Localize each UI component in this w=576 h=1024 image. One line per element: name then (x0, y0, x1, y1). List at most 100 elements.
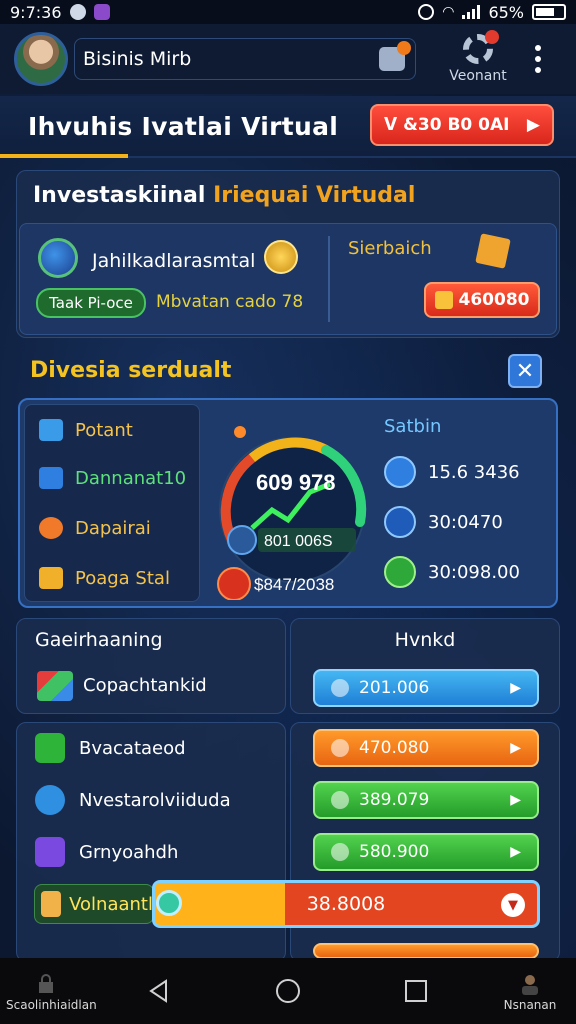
overview-name: Jahilkadlarasmtal (92, 250, 256, 272)
more-menu-icon[interactable] (526, 45, 550, 73)
check-icon (384, 556, 416, 588)
list-item[interactable]: Bvacataeod (35, 733, 186, 763)
ranking-value: 201.006 (359, 678, 430, 698)
overview-panel: Investaskiinal Iriequai Virtudal Jahilka… (16, 170, 560, 338)
menu-item-potant[interactable]: Potant (39, 419, 133, 441)
progress-track[interactable]: 38.8008 ▼ (152, 880, 540, 928)
ranking-left-panel: Gaeirhaaning Copachtankid (16, 618, 286, 714)
progress-label-box: Volnaantl (34, 884, 154, 924)
coin-icon (264, 240, 298, 274)
slider-handle[interactable] (156, 890, 182, 916)
stat-row[interactable]: 30:098.00 (384, 556, 520, 588)
recents-icon[interactable] (403, 978, 429, 1004)
menu-item-dapairai[interactable]: Dapairai (39, 517, 151, 539)
checkbox-icon (35, 733, 65, 763)
nav-home[interactable]: Scaolinhiaidlan (6, 972, 97, 1012)
signal-icon (462, 5, 481, 19)
amount-button[interactable]: 460080 (424, 282, 540, 318)
value-button[interactable]: 470.080 ▶ (313, 729, 539, 767)
lock-icon (39, 974, 53, 993)
edit-icon[interactable] (379, 41, 411, 71)
cube-icon (331, 843, 349, 861)
clock-icon (384, 506, 416, 538)
stat-value: 30:098.00 (428, 561, 520, 583)
progress-slider[interactable]: Volnaantl 38.8008 ▼ (34, 880, 540, 928)
list-item[interactable]: Grnyoahdh (35, 837, 178, 867)
nav-profile[interactable]: Nsnanan (490, 972, 570, 1012)
menu-label: Dannanat10 (75, 467, 187, 489)
play-icon: ▶ (510, 740, 521, 756)
active-tab-indicator (0, 154, 128, 158)
stat-value: 15.6 3436 (428, 461, 520, 483)
wifi-icon: ◠ (442, 4, 455, 20)
checkbox-icon (35, 837, 65, 867)
stats-title: Satbin (384, 416, 442, 437)
document-icon (39, 567, 63, 589)
status-time: 9:7:36 (10, 2, 62, 22)
diversi-panel: Potant Dannanat10 Dapairai Poaga Stal 60… (18, 398, 558, 608)
title-cta-button[interactable]: ᐯ &30 B0 0AI ▶ (370, 104, 554, 146)
status-tag[interactable]: Taak Pi-oce (36, 288, 146, 318)
overview-subtext: Mbvatan cado 78 (156, 292, 304, 312)
avatar[interactable] (14, 32, 68, 86)
menu-item-dannanat[interactable]: Dannanat10 (39, 467, 186, 489)
app-header: Bisinis Mirb Veonant (0, 24, 576, 94)
ranking-title: Gaeirhaaning (35, 629, 163, 651)
gear-icon (463, 30, 499, 64)
amount-value: 460080 (458, 290, 530, 310)
home-icon[interactable] (275, 978, 301, 1004)
list-value: 389.079 (359, 790, 430, 810)
menu-label: Poaga Stal (75, 567, 170, 589)
stat-row[interactable]: 30:0470 (384, 506, 503, 538)
list-item[interactable]: Nvestarolviiduda (35, 785, 231, 815)
profile-icon (522, 975, 538, 995)
chevron-down-icon[interactable]: ▼ (501, 893, 525, 917)
menu-label: Potant (75, 419, 133, 441)
user-name-box[interactable]: Bisinis Mirb (74, 38, 416, 80)
folder-icon (39, 419, 63, 441)
value-button-partial[interactable] (313, 943, 539, 959)
value-button[interactable]: 580.900 ▶ (313, 833, 539, 871)
bottom-nav: Scaolinhiaidlan Nsnanan (0, 958, 576, 1024)
menu-item-poaga[interactable]: Poaga Stal (39, 567, 170, 589)
user-name: Bisinis Mirb (83, 48, 192, 70)
overview-title-orange: Iriequai Virtudal (213, 183, 416, 208)
stat-left-value: $847/2038 (254, 575, 334, 594)
diversi-header: Divesia serdualt ✕ (16, 348, 560, 396)
gauge-top-value: 609 978 (256, 470, 336, 495)
ranking-item[interactable]: Copachtankid (83, 675, 207, 696)
notification-badge (397, 41, 411, 55)
page-title: Ihvuhis Ivatlai Virtual (28, 111, 339, 141)
box-icon (475, 233, 511, 269)
nav-right-label: Nsnanan (503, 998, 557, 1012)
title-bar: Ihvuhis Ivatlai Virtual ᐯ &30 B0 0AI ▶ (0, 96, 576, 158)
ranking-value-button[interactable]: 201.006 ▶ (313, 669, 539, 707)
search-label: Sierbaich (348, 238, 432, 259)
list-value: 470.080 (359, 738, 430, 758)
stat-value: 30:0470 (428, 511, 503, 533)
progress-value: 38.8008 (306, 893, 386, 915)
close-button[interactable]: ✕ (508, 354, 542, 388)
settings-button[interactable]: Veonant (438, 30, 518, 84)
stack-icon (331, 679, 349, 697)
sync-icon (418, 4, 435, 20)
stat-row[interactable]: 15.6 3436 (384, 456, 520, 488)
cube-icon (37, 671, 73, 701)
list-item-label: Nvestarolviiduda (79, 789, 231, 811)
diversi-stats: Satbin 15.6 3436 30:0470 30:098.00 (382, 410, 552, 600)
divider (328, 236, 330, 322)
gauge: 609 978 801 006S $847/2038 (206, 410, 376, 601)
alert-dot (485, 30, 499, 44)
globe-icon (38, 238, 78, 278)
diversi-title: Divesia serdualt (30, 358, 232, 383)
list-value: 580.900 (359, 842, 430, 862)
status-bar: 9:7:36 ◠ 65% (0, 0, 576, 24)
title-cta-label: ᐯ &30 B0 0AI (384, 115, 510, 135)
play-icon: ▶ (526, 115, 540, 135)
back-icon[interactable] (146, 978, 172, 1004)
value-button[interactable]: 389.079 ▶ (313, 781, 539, 819)
overview-title-white: Investaskiinal (33, 183, 214, 208)
coin-icon (331, 739, 349, 757)
list-item-label: Bvacataeod (79, 737, 186, 759)
play-icon: ▶ (510, 680, 521, 696)
